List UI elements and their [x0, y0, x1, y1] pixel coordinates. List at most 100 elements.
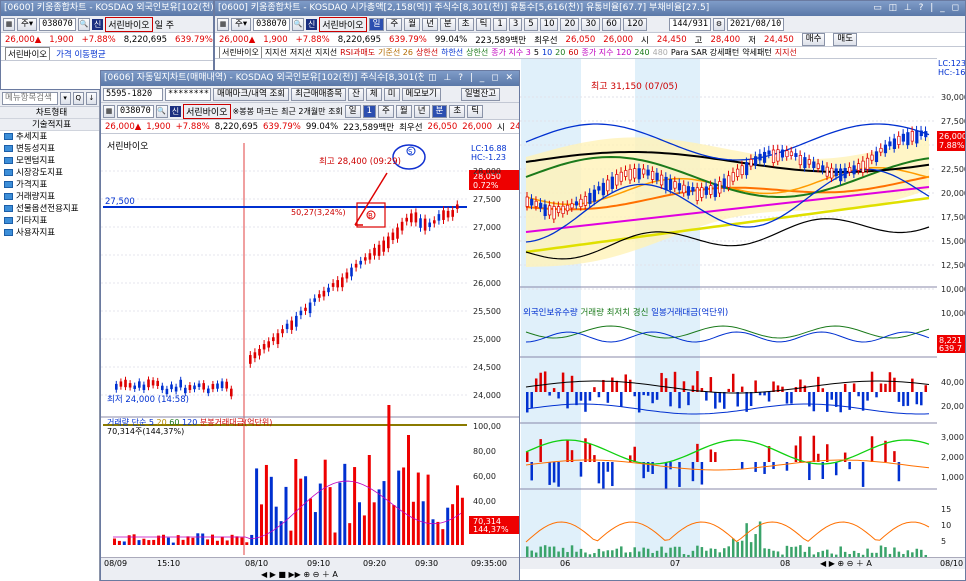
count-display[interactable]: 144/931 — [669, 17, 712, 31]
indicator-item[interactable]: 추세지표 — [0, 131, 99, 143]
scroll-controls[interactable]: ◀ ▶ ■ ▶▶ ⊕ ⊖ ＋ A — [261, 569, 338, 580]
interval-3[interactable]: 3 — [508, 17, 523, 31]
bg-search-icon[interactable]: 🔍 — [77, 17, 90, 31]
trade-period-week[interactable]: 주 — [378, 104, 394, 118]
memo-button[interactable]: 메모보기 — [401, 87, 441, 101]
tool-icon[interactable]: ⚙ — [713, 17, 726, 31]
legend-item[interactable]: 지지선 — [315, 47, 337, 58]
trade-period-minute[interactable]: 분 — [431, 104, 448, 118]
daily-code-type[interactable]: 주▾ — [231, 17, 252, 31]
trade-period-second[interactable]: 초 — [449, 104, 466, 118]
sort-icon[interactable]: ↓ — [85, 91, 98, 105]
legend-item[interactable]: Para SAR 강세패턴 — [671, 47, 739, 58]
legend-item[interactable]: 종가 지수 120 — [582, 47, 632, 58]
filled-button[interactable]: 체 — [365, 87, 382, 101]
unfilled-button[interactable]: 미 — [383, 87, 400, 101]
dropdown-icon[interactable]: ▾ — [59, 91, 71, 105]
window-controls[interactable]: ◫ ⊥ ? | _ ◻ ✕ — [424, 71, 519, 86]
indicator-item[interactable]: 시장강도지표 — [0, 167, 99, 179]
indicator-item[interactable]: 사용자지표 — [0, 227, 99, 239]
interval-60[interactable]: 60 — [602, 17, 621, 31]
volume-bar — [924, 385, 928, 392]
period-tick[interactable]: 틱 — [475, 17, 492, 31]
scroll-controls[interactable]: ◀ ▶ ⊕ ⊖ ＋ A — [820, 558, 872, 569]
legend-item[interactable]: 지지선 — [775, 47, 797, 58]
indicator-item[interactable]: 거래량지표 — [0, 191, 99, 203]
legend-item[interactable]: 약세패턴 — [742, 47, 771, 58]
legend-item[interactable]: 상한선 — [416, 47, 438, 58]
legend-item[interactable]: 종가 지수 3 — [491, 47, 531, 58]
bg-extra[interactable]: 일 주 — [155, 18, 174, 31]
interval-5[interactable]: 5 — [524, 17, 538, 31]
period-day[interactable]: 일 — [368, 17, 385, 31]
trade-search-icon[interactable]: 🔍 — [155, 104, 168, 118]
trade-period-tick[interactable]: 틱 — [467, 104, 484, 118]
indicator-item[interactable]: 변동성지표 — [0, 143, 99, 155]
interval-10[interactable]: 10 — [539, 17, 559, 31]
window-controls[interactable]: ▭ ◫ ⊥ ? | _ ◻ — [869, 1, 965, 16]
daily-menu-icon[interactable]: ▦ — [217, 17, 229, 31]
date-input[interactable]: 2021/08/10 — [727, 17, 785, 31]
buy-button[interactable]: 매수 — [801, 33, 826, 46]
trade-code-input[interactable]: 038070 — [117, 104, 154, 118]
interval-120[interactable]: 120 — [622, 17, 648, 31]
volume-bar — [839, 392, 842, 413]
legend-item[interactable]: 10 — [542, 48, 552, 57]
legend-stock[interactable]: 서린바이오 — [219, 47, 262, 58]
balance-button[interactable]: 잔 — [348, 87, 364, 101]
chart-type-header[interactable]: 차트형태 — [0, 107, 99, 119]
period-minute[interactable]: 분 — [439, 17, 456, 31]
candle — [633, 168, 637, 179]
legend-item[interactable]: 60 — [568, 48, 578, 57]
bg-ma-label[interactable]: 가격 이동평균 — [56, 48, 106, 60]
indicator-item[interactable]: 선물옵션전용지표 — [0, 203, 99, 215]
legend-item[interactable]: 240 — [634, 48, 649, 57]
interval-20[interactable]: 20 — [560, 17, 580, 31]
recent-trade-button[interactable]: 최근매매종목 — [291, 87, 347, 101]
minute-chart[interactable]: 27,500 B S 서린바이오 최고 28,400 (09:29) 최저 24… — [101, 135, 519, 565]
candle — [442, 210, 445, 220]
legend-item[interactable]: 하한선 — [441, 47, 463, 58]
daily-balance-button[interactable]: 일별잔고 — [460, 87, 501, 101]
trade-period-year[interactable]: 년 — [413, 104, 430, 118]
bg-tab-stock[interactable]: 서린바이오 — [5, 47, 51, 60]
legend-item[interactable]: 상한선 — [466, 47, 488, 58]
volume-bar — [543, 371, 547, 392]
interval-1[interactable]: 1 — [493, 17, 507, 31]
bg-code-input[interactable]: 038070 — [39, 17, 76, 31]
legend-item[interactable]: 20 — [555, 48, 565, 57]
trade-period-num[interactable]: 1 — [362, 104, 377, 118]
password-input[interactable]: ******** — [165, 87, 211, 101]
daily-code-input[interactable]: 038070 — [253, 17, 290, 31]
volume-bar — [660, 372, 663, 392]
legend-item[interactable]: 저지선 — [290, 47, 312, 58]
period-week[interactable]: 주 — [386, 17, 403, 31]
legend-item[interactable]: 지지선 — [265, 47, 287, 58]
indicator-item[interactable]: 기타지표 — [0, 215, 99, 227]
legend-item[interactable]: 기준선 26 — [378, 47, 413, 58]
candle — [262, 344, 266, 350]
indicator-search-input[interactable]: 메뉴항목검색 — [2, 91, 58, 105]
tech-indicator-header[interactable]: 기술적지표 — [0, 119, 99, 131]
period-second[interactable]: 초 — [457, 17, 474, 31]
period-year[interactable]: 년 — [422, 17, 438, 31]
indicator-item[interactable]: 가격지표 — [0, 179, 99, 191]
trade-mark-button[interactable]: 매매마크/내역 조회 — [213, 87, 290, 101]
bg-menu-icon[interactable]: ▦ — [3, 17, 15, 31]
bg-code-select[interactable]: 주▾ — [17, 17, 38, 31]
daily-search-icon[interactable]: 🔍 — [291, 17, 304, 31]
legend-item[interactable]: 480 — [653, 48, 668, 57]
trade-period-month[interactable]: 월 — [395, 104, 412, 118]
indicator-item[interactable]: 모멘텀지표 — [0, 155, 99, 167]
period-month[interactable]: 월 — [404, 17, 421, 31]
sell-button[interactable]: 매도 — [833, 33, 858, 46]
volume-bar — [915, 392, 919, 405]
account-select[interactable]: 5595-1820 — [103, 87, 163, 101]
chart-title[interactable]: 서린바이오 — [107, 141, 148, 152]
trade-menu-icon[interactable]: ▦ — [103, 104, 115, 118]
interval-30[interactable]: 30 — [581, 17, 601, 31]
trade-period-day[interactable]: 일 — [344, 104, 361, 118]
search-icon[interactable]: Q — [72, 91, 84, 105]
legend-item[interactable]: 5 — [534, 48, 539, 57]
legend-item[interactable]: RSI과매도 — [340, 47, 375, 58]
